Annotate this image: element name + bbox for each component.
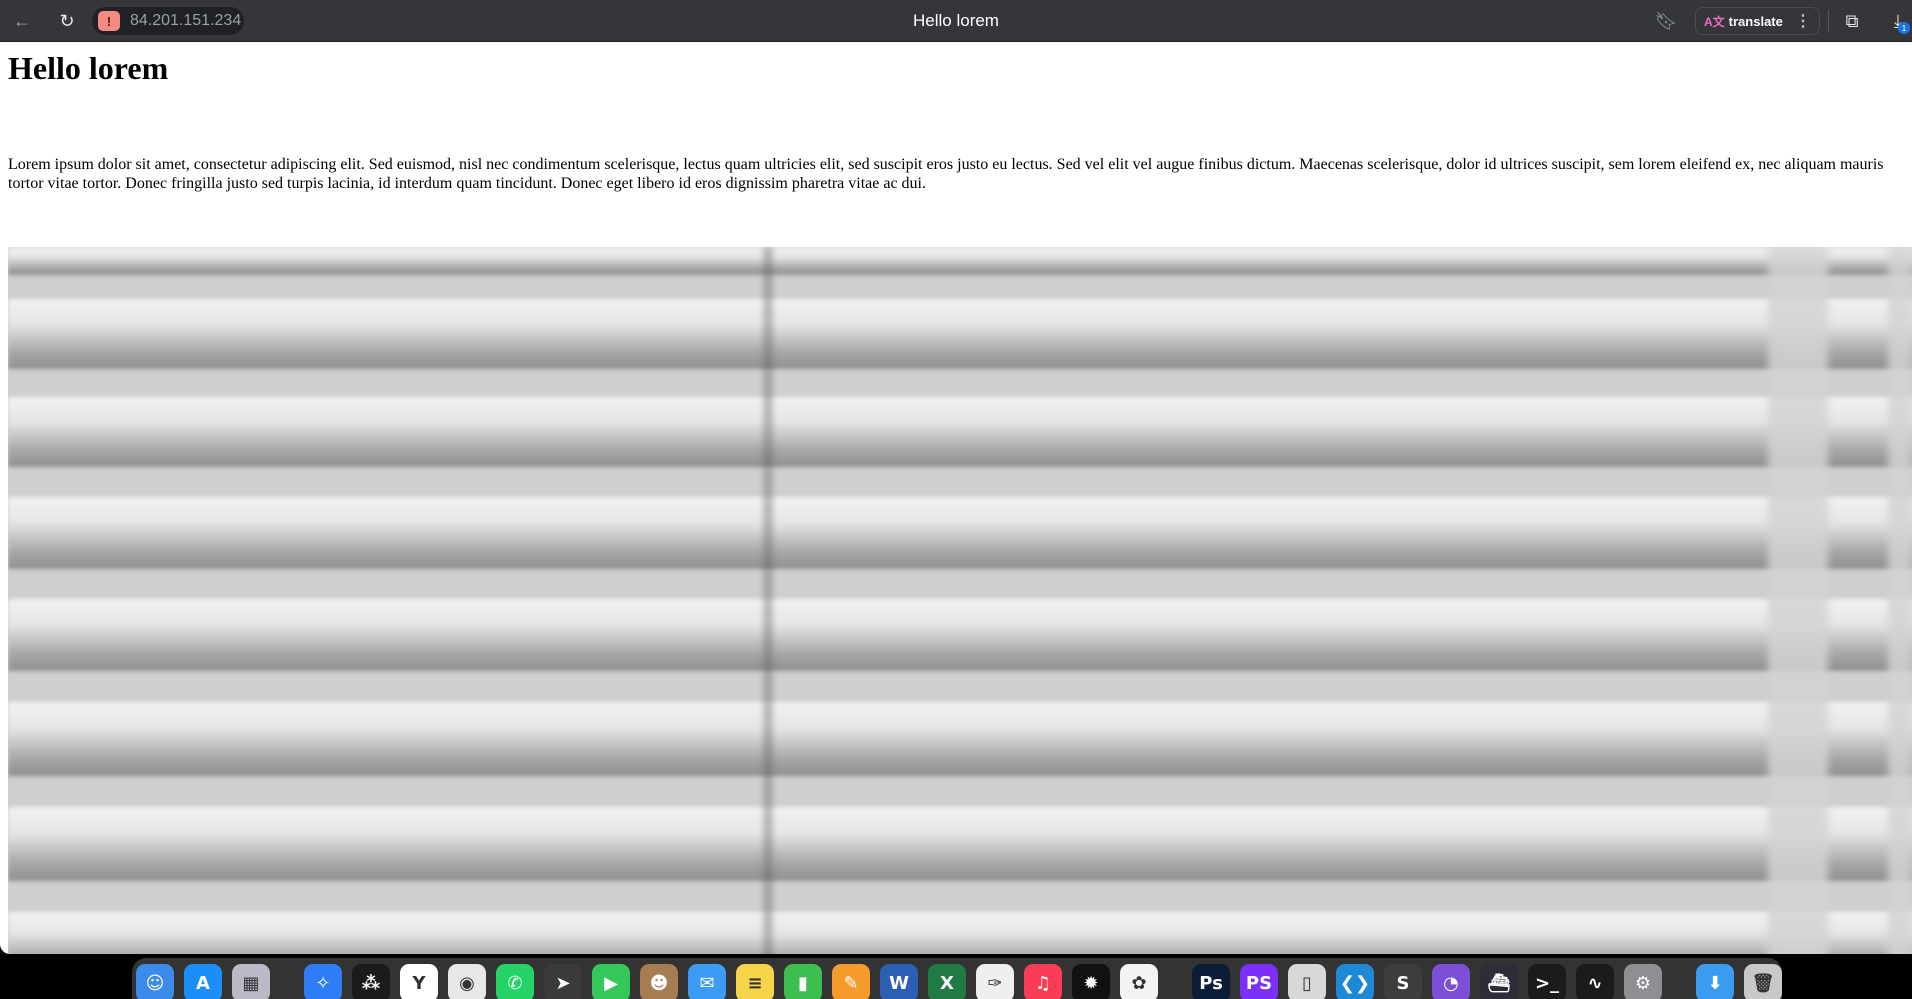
window-frame (1888, 247, 1912, 954)
blind-slat (8, 807, 1912, 881)
terminal-window-icon[interactable]: ▯ (1288, 964, 1326, 999)
chrome-icon[interactable]: ◉ (448, 964, 486, 999)
tab-title: Hello lorem (913, 11, 999, 30)
address-text: 84.201.151.234 (130, 12, 242, 29)
whatsapp-icon[interactable]: ✆ (496, 964, 534, 999)
telegram-icon[interactable]: ➤ (544, 964, 582, 999)
perplexity-icon[interactable]: ⁂ (352, 964, 390, 999)
vscode-icon[interactable]: ❮❯ (1336, 964, 1374, 999)
numbers-icon[interactable]: ▮ (784, 964, 822, 999)
github-desktop-icon[interactable]: ◔ (1432, 964, 1470, 999)
downloads-badge: 1 (1898, 22, 1910, 34)
blind-slat (8, 599, 1912, 671)
activity-monitor-icon[interactable]: ∿ (1576, 964, 1614, 999)
mail-icon[interactable]: ✉ (688, 964, 726, 999)
music-icon[interactable]: ♫ (1024, 964, 1062, 999)
system-settings-icon[interactable]: ⚙ (1624, 964, 1662, 999)
extensions-icon[interactable]: ⧉ (1840, 9, 1864, 33)
notes-icon[interactable]: ≡ (736, 964, 774, 999)
pages-icon[interactable]: ✎ (832, 964, 870, 999)
blind-slat (8, 299, 1912, 369)
photoshop-icon[interactable]: Ps (1192, 964, 1230, 999)
safari-icon[interactable]: ✧ (304, 964, 342, 999)
browser-toolbar: ← ↻ ! 84.201.151.234 Hello lorem 🔖︎ A文 t… (0, 0, 1912, 42)
blind-slat (8, 247, 1912, 275)
contacts-icon[interactable]: ☻ (640, 964, 678, 999)
window-frame (1768, 247, 1828, 954)
launchpad-icon[interactable]: ▦ (232, 964, 270, 999)
blind-slat (8, 702, 1912, 776)
phpstorm-icon[interactable]: PS (1240, 964, 1278, 999)
page-viewport: Hello lorem Lorem ipsum dolor sit amet, … (0, 42, 1912, 954)
macos-dock: ☺ A ▦ ✧ ⁂ Y ◉ ✆ ➤ ▶ ☻ ✉ ≡ ▮ ✎ W X ✑ ♫ ✹ ✿ Ps PS ▯ ❮❯ S ◔ ⛴ >_ ∿ ⚙ ⬇ 🗑 (132, 958, 1782, 999)
blind-slat (8, 497, 1912, 569)
blind-cord (763, 247, 773, 954)
textedit-icon[interactable]: ✑ (976, 964, 1014, 999)
toolbar-divider (1828, 10, 1829, 32)
translate-label: translate (1728, 13, 1783, 29)
blind-slat (8, 397, 1912, 467)
blind-slat (8, 912, 1912, 954)
translate-icon: A文 (1704, 14, 1725, 29)
docker-icon[interactable]: ⛴ (1480, 964, 1518, 999)
excel-icon[interactable]: X (928, 964, 966, 999)
terminal-icon[interactable]: >_ (1528, 964, 1566, 999)
app-store-icon[interactable]: A (184, 964, 222, 999)
word-icon[interactable]: W (880, 964, 918, 999)
not-secure-warning-icon[interactable]: ! (98, 11, 120, 31)
sublime-icon[interactable]: S (1384, 964, 1422, 999)
spark-icon[interactable]: ✹ (1072, 964, 1110, 999)
trash-icon[interactable]: 🗑 (1744, 964, 1782, 999)
downloads-folder-icon[interactable]: ⬇ (1696, 964, 1734, 999)
photos-icon[interactable]: ✿ (1120, 964, 1158, 999)
more-options-icon[interactable]: ⋮ (1795, 11, 1811, 31)
page-paragraph: Lorem ipsum dolor sit amet, consectetur … (8, 156, 1884, 192)
reload-icon[interactable]: ↻ (55, 9, 79, 33)
bookmark-icon[interactable]: 🔖︎ (1654, 9, 1678, 33)
yandex-browser-icon[interactable]: Y (400, 964, 438, 999)
translate-button[interactable]: A文 translate ⋮ (1695, 7, 1820, 35)
finder-icon[interactable]: ☺ (136, 964, 174, 999)
address-bar[interactable]: ! 84.201.151.234 (92, 7, 244, 35)
back-arrow-icon[interactable]: ← (10, 9, 34, 33)
hero-image (8, 247, 1912, 954)
page-heading: Hello lorem (8, 50, 169, 86)
facetime-icon[interactable]: ▶ (592, 964, 630, 999)
